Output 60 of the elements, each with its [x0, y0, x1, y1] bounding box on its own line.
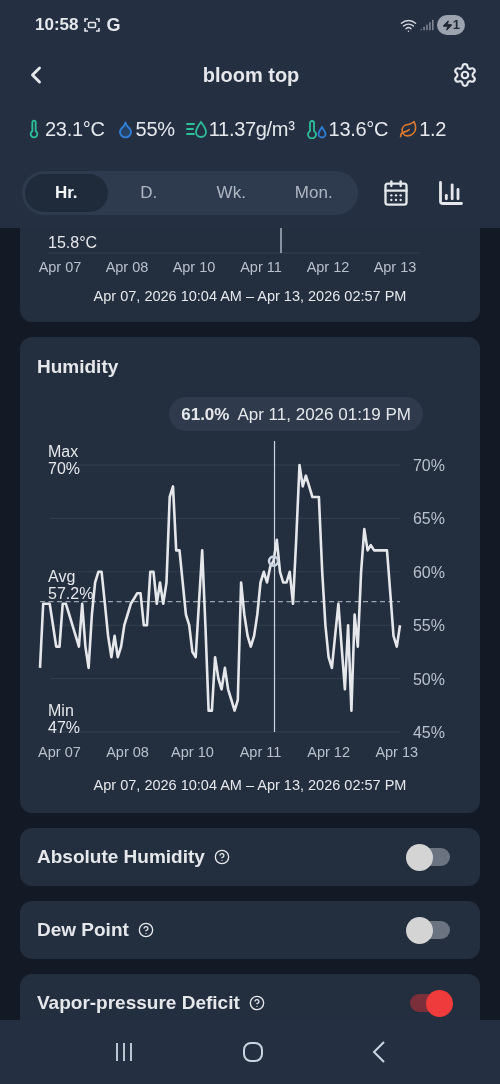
- axis-label: 55%: [412, 617, 445, 635]
- device-title: bloom top: [202, 63, 300, 88]
- stat-value: 57.2%: [48, 584, 94, 602]
- axis-label: Apr 07: [38, 259, 82, 275]
- card-title: Humidity: [37, 354, 120, 379]
- help-icon[interactable]: [248, 995, 265, 1011]
- cursor-point: [267, 555, 280, 568]
- stat-label: Max: [48, 443, 79, 461]
- toggle-label: Absolute Humidity: [37, 844, 205, 869]
- stat-label: Min: [48, 702, 74, 720]
- axis-label: Apr 12: [306, 259, 350, 275]
- battery-indicator: 1: [436, 15, 465, 35]
- signal-icon: [419, 18, 434, 32]
- reading-value: 23.1°C: [45, 117, 105, 142]
- axis-label: Apr 12: [307, 744, 350, 761]
- settings-icon[interactable]: [452, 62, 478, 88]
- reading-value: 55%: [135, 117, 175, 142]
- calendar-icon[interactable]: [381, 179, 410, 207]
- toggle-switch[interactable]: [406, 843, 450, 871]
- axis-label: Apr 10: [171, 744, 214, 761]
- axis-label: Apr 11: [240, 259, 282, 275]
- axis-label: Apr 10: [172, 259, 216, 275]
- toggle-label: Vapor-pressure Deficit: [37, 990, 240, 1015]
- axis-label: 45%: [412, 724, 445, 742]
- axis-label: Apr 08: [105, 259, 149, 275]
- axis-label: 50%: [412, 670, 445, 688]
- axis-label: Apr 08: [106, 744, 149, 761]
- help-icon[interactable]: [213, 849, 230, 865]
- axis-label: 60%: [412, 564, 445, 582]
- axis-label: 70%: [412, 457, 445, 475]
- axis-label: 65%: [412, 510, 445, 528]
- reading-value: 11.37g/m³: [208, 117, 295, 142]
- axis-label: Apr 13: [373, 259, 417, 275]
- range-tab[interactable]: D.: [107, 174, 190, 212]
- status-time: 10:58: [35, 14, 79, 37]
- axis-label: Apr 07: [38, 744, 81, 761]
- date-range: Apr 07, 2026 10:04 AM – Apr 13, 2026 02:57 PM: [92, 776, 408, 796]
- reading-value: 1.2: [419, 117, 447, 142]
- recent-apps-icon[interactable]: [114, 1042, 134, 1062]
- help-icon[interactable]: [137, 922, 154, 938]
- tooltip-value: 61.0%: [181, 403, 230, 426]
- stat-value: 47%: [48, 719, 81, 737]
- notification-glyph: G: [106, 13, 121, 37]
- home-icon[interactable]: [242, 1041, 264, 1063]
- range-tab[interactable]: Mon.: [272, 174, 355, 212]
- bar-chart-icon[interactable]: [436, 179, 465, 207]
- axis-label: Apr 13: [375, 744, 419, 761]
- stat-label: Avg: [48, 567, 76, 585]
- screenshot-icon: [84, 17, 101, 33]
- min-value-label: 15.8°C: [48, 234, 98, 251]
- axis-label: Apr 11: [239, 744, 282, 761]
- toggle-switch[interactable]: [406, 916, 450, 944]
- stat-value: 70%: [48, 460, 81, 478]
- back-icon[interactable]: [372, 1041, 386, 1063]
- range-tab[interactable]: Hr.: [25, 174, 108, 212]
- toggle-label: Dew Point: [37, 917, 129, 942]
- reading-value: 13.6°C: [328, 117, 389, 142]
- date-range: Apr 07, 2026 10:04 AM – Apr 13, 2026 02:57 PM: [92, 287, 408, 306]
- range-tab[interactable]: Wk.: [190, 174, 273, 212]
- tooltip-time: Apr 11, 2026 01:19 PM: [237, 403, 411, 426]
